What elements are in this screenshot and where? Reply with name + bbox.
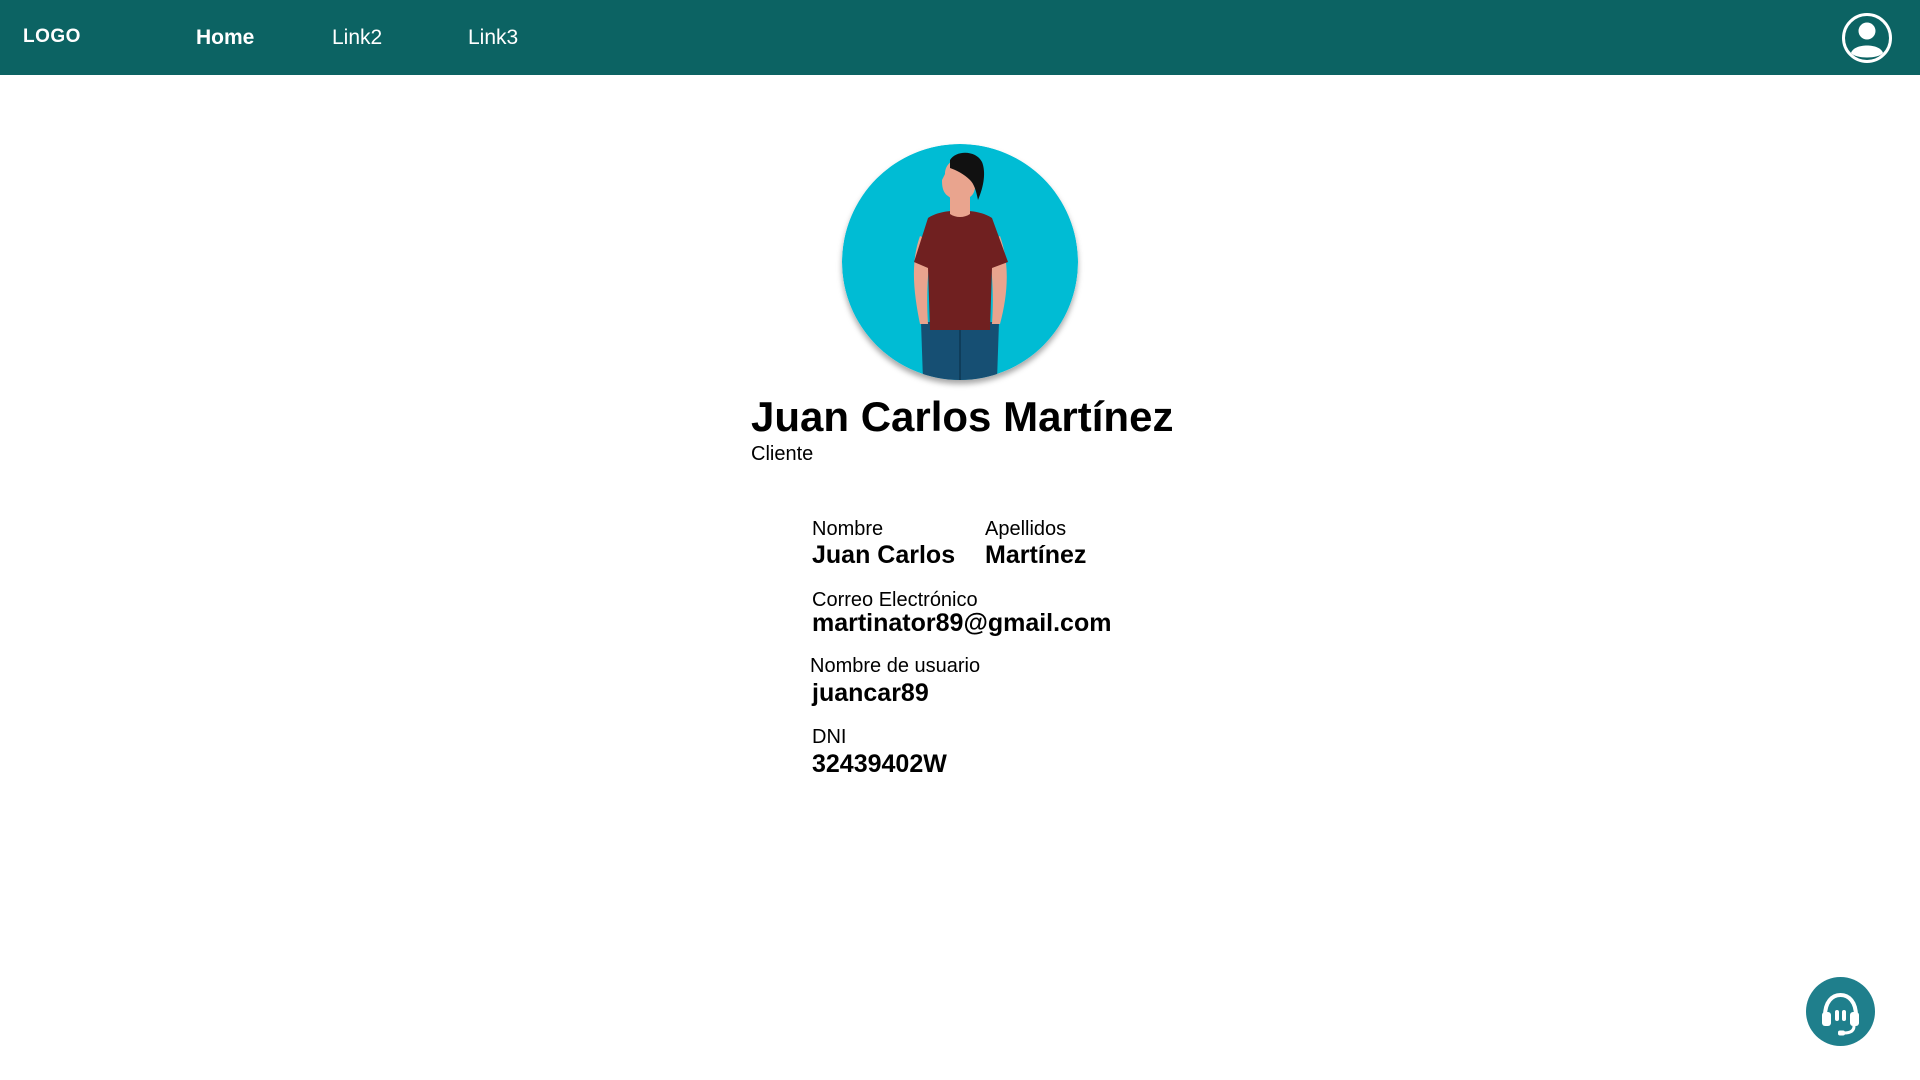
nav-link-home[interactable]: Home bbox=[196, 26, 254, 50]
profile-role: Cliente bbox=[751, 443, 814, 465]
username-value: juancar89 bbox=[812, 679, 929, 707]
logo[interactable]: LOGO bbox=[23, 26, 81, 48]
nav-link-link3[interactable]: Link3 bbox=[468, 26, 518, 50]
first-name-value: Juan Carlos bbox=[812, 541, 956, 569]
dni-label: DNI bbox=[812, 726, 847, 748]
last-name-label: Apellidos bbox=[985, 518, 1067, 540]
nav-link-link2[interactable]: Link2 bbox=[332, 26, 382, 50]
dni-value: 32439402W bbox=[812, 750, 947, 778]
headset-icon bbox=[1822, 992, 1859, 1036]
username-label: Nombre de usuario bbox=[810, 655, 981, 677]
account-button[interactable] bbox=[1841, 12, 1893, 64]
profile-full-name: Juan Carlos Martínez bbox=[751, 393, 1174, 440]
support-chat-button[interactable] bbox=[1806, 977, 1875, 1046]
profile-avatar bbox=[842, 144, 1078, 380]
email-value: martinator89@gmail.com bbox=[812, 609, 1112, 637]
user-circle-icon bbox=[1842, 13, 1892, 63]
last-name-value: Martínez bbox=[985, 541, 1087, 569]
first-name-label: Nombre bbox=[812, 518, 884, 540]
top-navbar: LOGO Home Link2 Link3 bbox=[0, 0, 1920, 75]
